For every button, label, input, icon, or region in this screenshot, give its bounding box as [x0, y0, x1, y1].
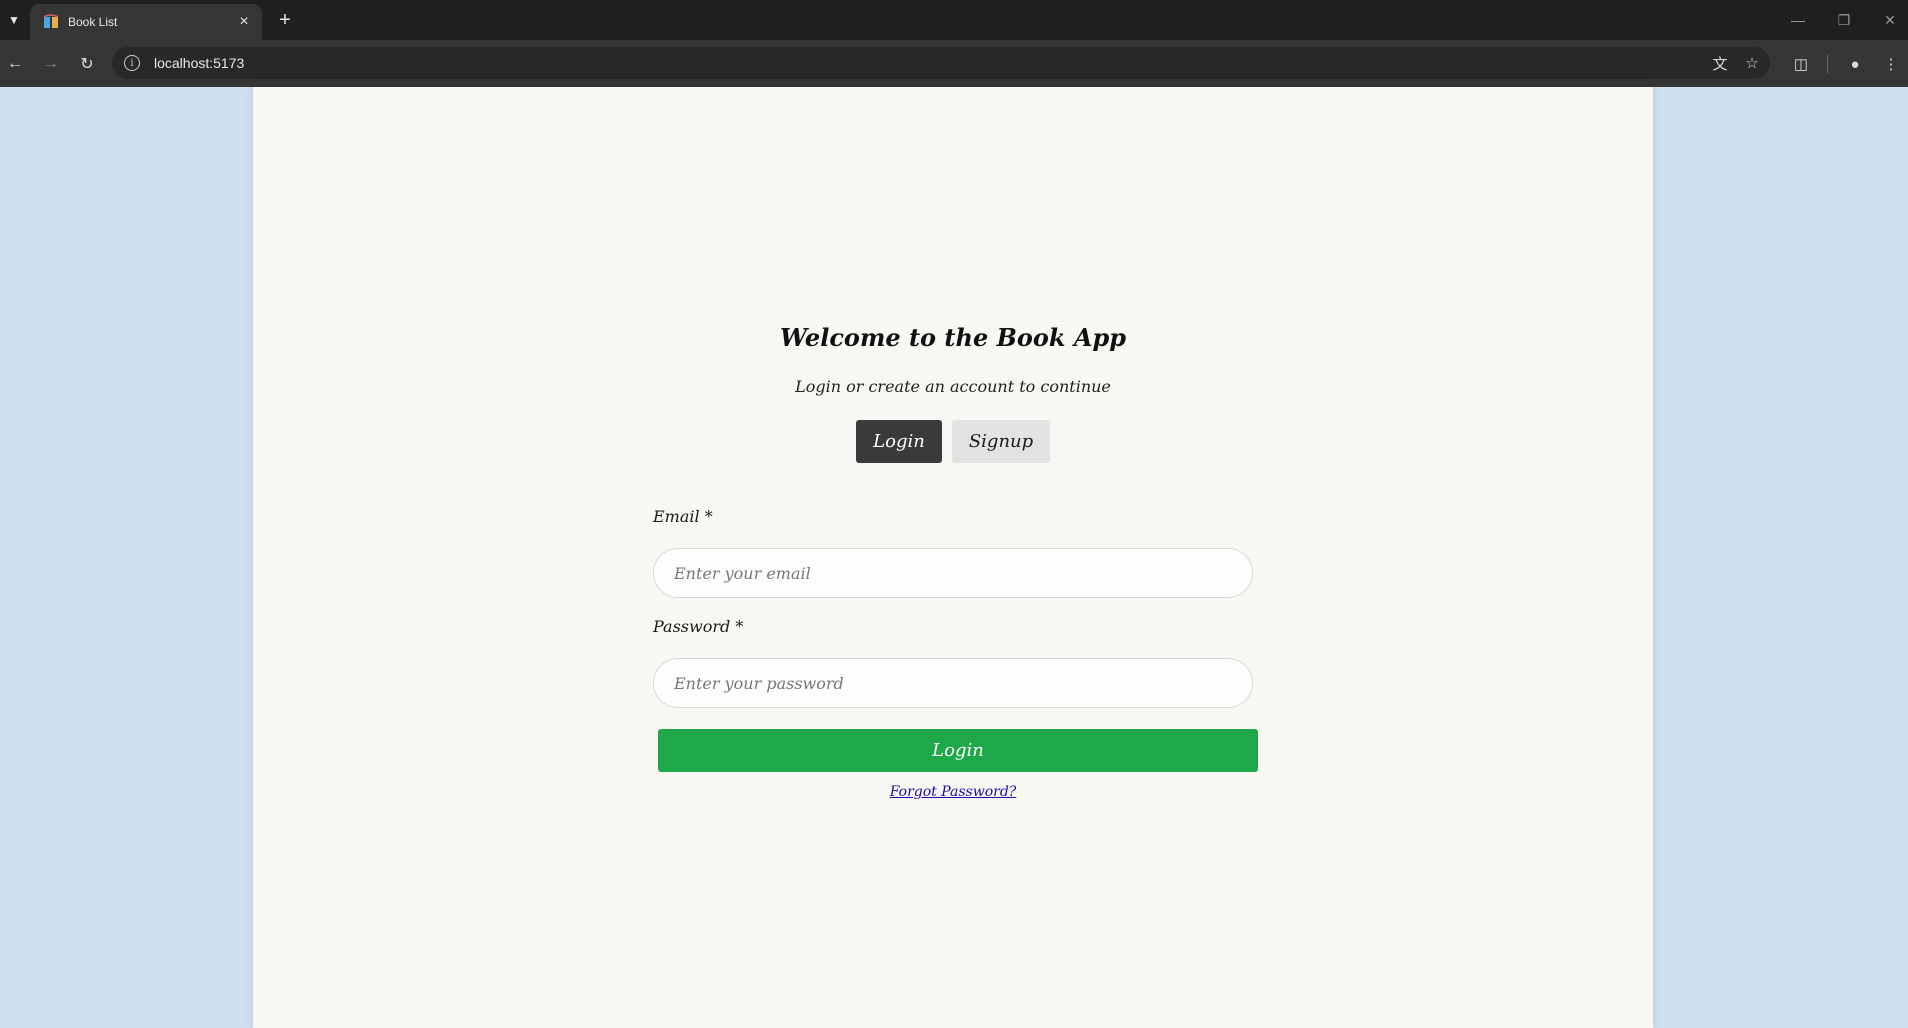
- translate-icon[interactable]: 文: [1711, 54, 1729, 73]
- star-icon[interactable]: ☆: [1743, 54, 1761, 72]
- address-bar[interactable]: i localhost:5173 文 ☆: [112, 47, 1770, 79]
- minimize-icon[interactable]: —: [1788, 10, 1808, 30]
- page-card: Welcome to the Book App Login or create …: [253, 87, 1653, 1028]
- email-field[interactable]: [653, 548, 1253, 598]
- puzzle-icon[interactable]: ◫: [1791, 54, 1811, 74]
- toolbar-separator: [1827, 55, 1828, 73]
- password-field[interactable]: [653, 658, 1253, 708]
- email-label: Email *: [653, 507, 713, 526]
- info-icon[interactable]: i: [124, 55, 140, 71]
- person-icon[interactable]: ●: [1845, 54, 1865, 74]
- restore-icon[interactable]: ❐: [1834, 10, 1854, 30]
- signup-mode-button[interactable]: Signup: [952, 420, 1050, 463]
- reload-icon[interactable]: ↻: [75, 52, 99, 76]
- page-subtitle: Login or create an account to continue: [795, 377, 1111, 396]
- tab-title: Book List: [68, 15, 118, 29]
- close-icon[interactable]: ×: [234, 12, 254, 32]
- window-close-icon[interactable]: ✕: [1880, 10, 1900, 30]
- browser-tab[interactable]: Book List ×: [30, 4, 262, 40]
- forgot-password-container: Forgot Password?: [653, 784, 1253, 800]
- arrow-right-icon[interactable]: →: [39, 52, 63, 76]
- page-title: Welcome to the Book App: [779, 323, 1127, 352]
- browser-tab-strip: ▼ Book List × + — ❐ ✕: [0, 0, 1908, 40]
- book-app-favicon: [43, 14, 59, 28]
- password-label: Password *: [653, 617, 744, 636]
- login-submit-button[interactable]: Login: [658, 729, 1258, 772]
- plus-icon[interactable]: +: [274, 9, 296, 31]
- arrow-left-icon[interactable]: ←: [3, 52, 27, 76]
- login-mode-button[interactable]: Login: [856, 420, 942, 463]
- chevron-down-icon[interactable]: ▼: [4, 8, 24, 32]
- forgot-password-link[interactable]: Forgot Password?: [890, 784, 1017, 800]
- kebab-menu-icon[interactable]: ⋮: [1881, 54, 1901, 74]
- url-text[interactable]: localhost:5173: [154, 55, 244, 71]
- browser-toolbar: ← → ↻ i localhost:5173 文 ☆ ◫ ● ⋮: [0, 40, 1908, 87]
